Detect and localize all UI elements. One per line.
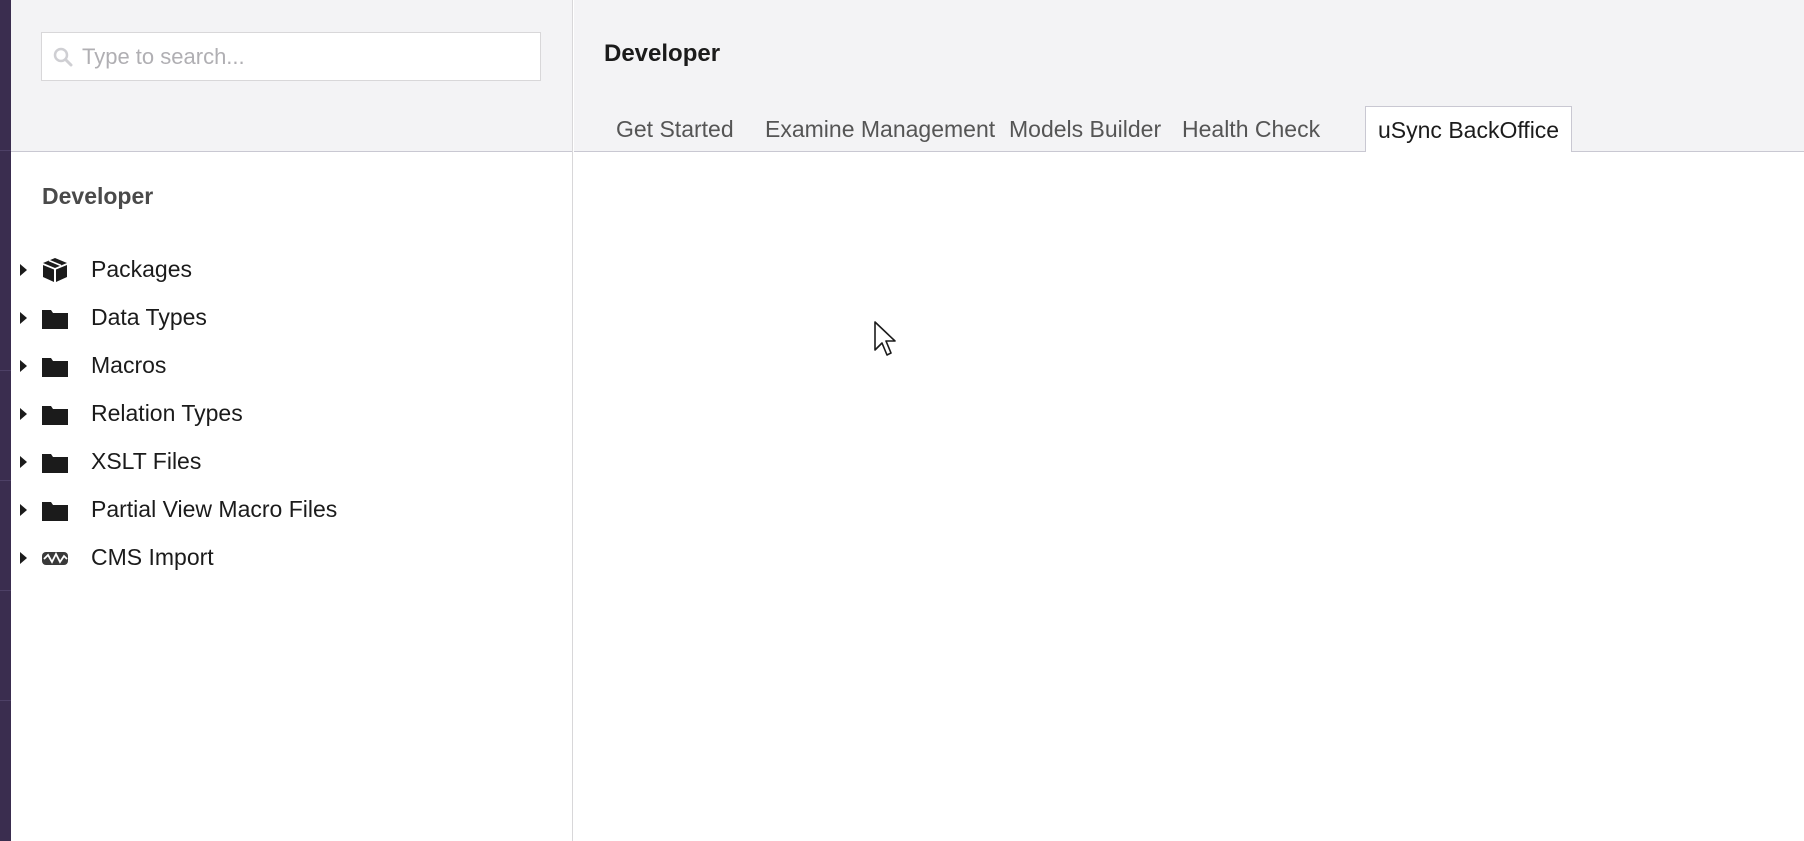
tree-panel: Developer Packages Data Types Macros Rel… [11, 0, 573, 841]
tree-item-relation-types[interactable]: Relation Types [11, 392, 551, 436]
package-icon [43, 258, 67, 282]
tree-item-label: CMS Import [91, 544, 214, 570]
tree-item-packages[interactable]: Packages [11, 248, 551, 292]
tab-health-check[interactable]: Health Check [1170, 106, 1332, 152]
tree-header [11, 0, 572, 152]
page-title: Developer [604, 40, 721, 67]
tree-item-partial-view-macro-files[interactable]: Partial View Macro Files [11, 488, 551, 532]
tab-usync-backoffice[interactable]: uSync BackOffice [1365, 106, 1573, 153]
folder-icon [42, 454, 68, 473]
expand-caret-icon[interactable] [20, 264, 27, 276]
tree-item-label: Data Types [91, 304, 207, 330]
tab-models-builder[interactable]: Models Builder [997, 106, 1173, 152]
tree-item-macros[interactable]: Macros [11, 344, 551, 388]
expand-caret-icon[interactable] [20, 456, 27, 468]
main-content-area [574, 152, 1804, 841]
search-field[interactable] [41, 32, 541, 81]
tree-item-label: Packages [91, 256, 193, 282]
tab-get-started[interactable]: Get Started [604, 106, 746, 152]
tree-item-cms-import[interactable]: CMS Import [11, 536, 551, 580]
main-header: Developer Get Started Examine Management… [574, 0, 1804, 153]
tree-item-xslt-files[interactable]: XSLT Files [11, 440, 551, 484]
tree-title: Developer [42, 183, 154, 209]
search-input[interactable] [82, 33, 522, 80]
expand-caret-icon[interactable] [20, 552, 27, 564]
tree-item-label: Partial View Macro Files [91, 496, 338, 522]
tab-examine-management[interactable]: Examine Management [753, 106, 1007, 152]
folder-icon [42, 406, 68, 425]
tree-item-label: Macros [91, 352, 167, 378]
expand-caret-icon[interactable] [20, 360, 27, 372]
search-icon [53, 47, 73, 67]
folder-icon [42, 310, 68, 329]
mouse-cursor-icon [874, 321, 896, 356]
tree-item-label: Relation Types [91, 400, 243, 426]
cms-import-icon [42, 551, 68, 565]
section-sidebar-edge [0, 0, 11, 841]
folder-icon [42, 358, 68, 377]
expand-caret-icon[interactable] [20, 312, 27, 324]
expand-caret-icon[interactable] [20, 408, 27, 420]
expand-caret-icon[interactable] [20, 504, 27, 516]
tree-item-data-types[interactable]: Data Types [11, 296, 551, 340]
tree-item-label: XSLT Files [91, 448, 202, 474]
folder-icon [42, 502, 68, 521]
